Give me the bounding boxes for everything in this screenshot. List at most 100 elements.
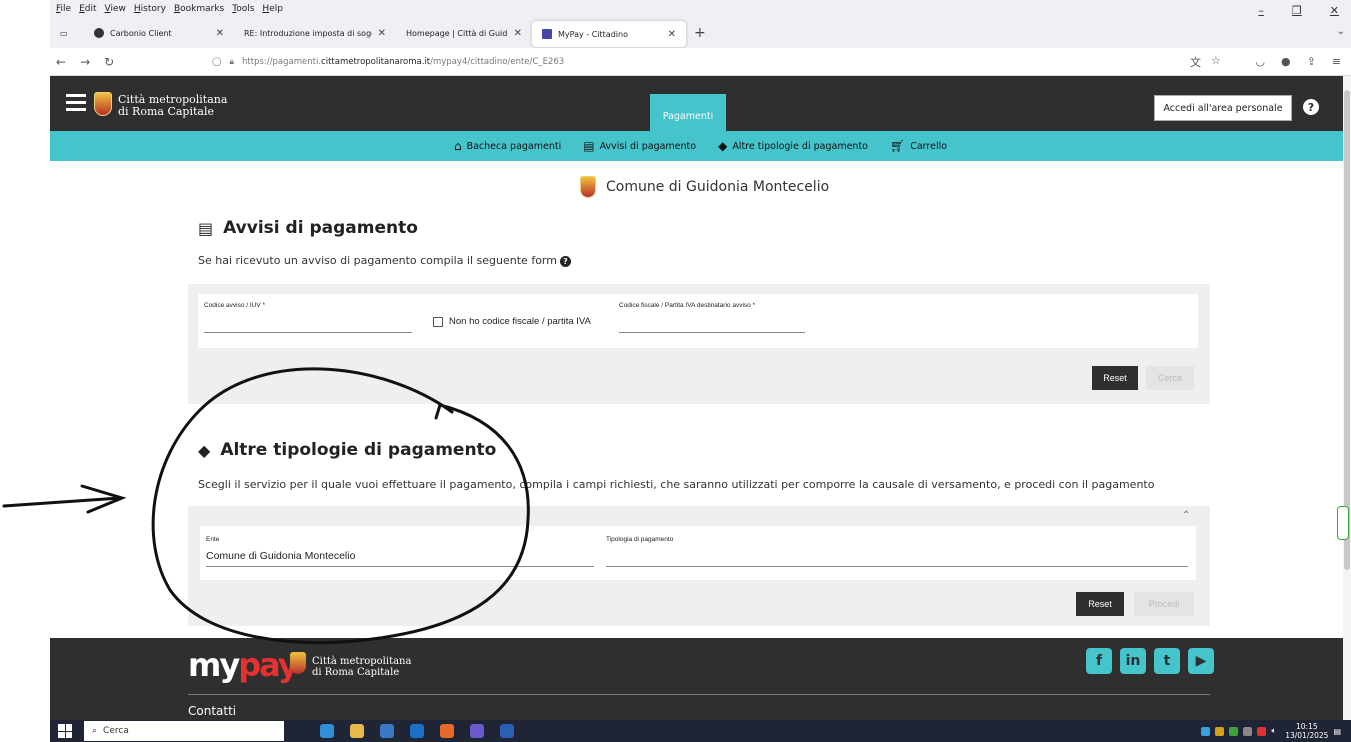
restore-icon[interactable]: ❐ [1292, 4, 1302, 17]
tray-app-icon[interactable] [1257, 726, 1267, 736]
menu-view[interactable]: View [105, 4, 126, 14]
address-bar: ← → ↻ ◯ 🔒︎ https://pagamenti.cittametrop… [50, 48, 1351, 76]
collapse-chevron-up-icon[interactable]: ⌃ [1182, 510, 1190, 521]
menu-help[interactable]: Help [262, 4, 283, 14]
close-icon[interactable]: ✕ [1330, 4, 1339, 17]
side-extension-widget-icon[interactable] [1337, 506, 1349, 540]
ente-label: Ente [206, 536, 220, 543]
avvisi-cerca-button[interactable]: Cerca [1146, 366, 1194, 390]
nav-avvisi-pagamento[interactable]: ▤ Avvisi di pagamento [583, 139, 696, 153]
file-explorer-icon[interactable] [350, 724, 364, 738]
codice-fiscale-input[interactable] [619, 332, 805, 333]
social-links: f in t ▶ [1086, 648, 1214, 674]
tab-label: Carbonio Client [110, 28, 172, 38]
ente-title: Comune di Guidonia Montecelio [606, 179, 830, 195]
help-icon[interactable]: ? [559, 256, 571, 267]
tab-close-icon[interactable]: ✕ [216, 28, 224, 39]
ente-select[interactable]: Comune di Guidonia Montecelio [206, 550, 355, 562]
tab-close-icon[interactable]: ✕ [378, 28, 386, 39]
tab-label: Homepage | Città di Guidonia I [406, 28, 508, 38]
nav-bacheca-pagamenti[interactable]: ⌂ Bacheca pagamenti [454, 139, 561, 153]
translate-icon[interactable]: 文 [1190, 54, 1201, 70]
taskbar-apps [320, 724, 514, 738]
tipologia-select[interactable] [606, 566, 1188, 567]
tray-app-icon[interactable] [1201, 726, 1211, 736]
menu-edit[interactable]: Edit [79, 4, 96, 14]
network-icon[interactable] [1243, 726, 1253, 736]
document-icon: ▤ [198, 218, 214, 238]
ente-header: Comune di Guidonia Montecelio [580, 176, 829, 198]
tab-mypay[interactable]: MyPay - Cittadino ✕ [532, 21, 686, 47]
notifications-icon[interactable]: ▤ [1333, 727, 1341, 736]
altre-reset-button[interactable]: Reset [1076, 592, 1124, 616]
tab-overview-icon: ▭ [60, 28, 68, 38]
tab-close-icon[interactable]: ✕ [668, 29, 676, 40]
share-icon[interactable]: ⇪ [1307, 55, 1316, 68]
menu-bookmarks[interactable]: Bookmarks [174, 4, 224, 14]
app-icon[interactable] [470, 724, 484, 738]
login-button[interactable]: Accedi all'area personale [1154, 95, 1292, 121]
nav-altre-tipologie[interactable]: ◆ Altre tipologie di pagamento [718, 139, 868, 153]
twitter-icon[interactable]: t [1154, 648, 1180, 674]
site-brand[interactable]: Città metropolitana di Roma Capitale [118, 94, 227, 118]
menu-tools[interactable]: Tools [232, 4, 254, 14]
windows-start-icon[interactable] [58, 724, 72, 738]
avvisi-fields: Codice avviso / IUV * Non ho codice fisc… [198, 294, 1198, 348]
no-codice-fiscale-checkbox[interactable]: Non ho codice fiscale / partita IVA [433, 316, 591, 327]
site-header: Città metropolitana di Roma Capitale Pag… [50, 76, 1351, 131]
help-icon[interactable]: ? [1303, 99, 1319, 115]
word-icon[interactable] [500, 724, 514, 738]
browser-window: File Edit View History Bookmarks Tools H… [50, 0, 1351, 742]
avvisi-form-panel: Codice avviso / IUV * Non ho codice fisc… [188, 284, 1210, 404]
youtube-icon[interactable]: ▶ [1188, 648, 1214, 674]
tray-app-icon[interactable] [1229, 726, 1239, 736]
tags-icon: ◆ [198, 440, 211, 460]
tray-app-icon[interactable] [1215, 726, 1225, 736]
checkbox-box[interactable] [433, 316, 443, 327]
vertical-scrollbar[interactable] [1343, 76, 1351, 720]
taskbar-clock[interactable]: 10:15 13/01/2025 [1285, 722, 1328, 740]
tab-guidonia[interactable]: Homepage | Città di Guidonia I ✕ [396, 18, 532, 48]
tab-carbonio[interactable]: Carbonio Client ✕ [84, 18, 234, 48]
mypay-favicon-icon [542, 29, 552, 39]
back-icon[interactable]: ← [56, 55, 66, 69]
iuv-label: Codice avviso / IUV * [204, 302, 266, 309]
tab-close-icon[interactable]: ✕ [514, 28, 522, 39]
menu-history[interactable]: History [134, 4, 166, 14]
scrollbar-thumb[interactable] [1344, 90, 1350, 570]
footer-contatti[interactable]: Contatti [188, 704, 236, 718]
linkedin-icon[interactable]: in [1120, 648, 1146, 674]
tab-label: RE: Introduzione imposta di soggior [244, 28, 372, 38]
pocket-icon[interactable]: ◡ [1255, 55, 1265, 68]
tab-list-chevron-icon[interactable]: ⌄ [1337, 26, 1345, 37]
window-controls: – ❐ ✕ [1258, 4, 1347, 17]
nav-carrello[interactable]: 🛒︎ Carrello [890, 139, 947, 153]
hamburger-menu-icon[interactable] [66, 94, 86, 115]
outlook-icon[interactable] [410, 724, 424, 738]
url-field[interactable]: ◯ 🔒︎ https://pagamenti.cittametropolitan… [212, 57, 564, 67]
tags-icon: ◆ [718, 139, 728, 153]
facebook-icon[interactable]: f [1086, 648, 1112, 674]
tab-pagamenti[interactable]: Pagamenti [650, 94, 726, 131]
avvisi-reset-button[interactable]: Reset [1092, 366, 1138, 390]
firefox-icon[interactable] [440, 724, 454, 738]
document-icon: ▤ [583, 139, 595, 153]
menu-hamburger-icon[interactable]: ≡ [1332, 55, 1341, 68]
taskbar-search[interactable]: ⌕ Cerca [84, 721, 284, 741]
edge-icon[interactable] [320, 724, 334, 738]
altre-procedi-button[interactable]: Procedi [1134, 592, 1194, 616]
tab-overview[interactable]: ▭ [50, 18, 84, 48]
menu-file[interactable]: File [56, 4, 71, 14]
altre-fields: Ente Comune di Guidonia Montecelio Tipol… [200, 526, 1196, 580]
url-text: https://pagamenti.cittametropolitanaroma… [242, 56, 565, 67]
iuv-input[interactable] [204, 332, 412, 333]
new-tab-icon[interactable]: + [694, 25, 706, 41]
store-icon[interactable] [380, 724, 394, 738]
reload-icon[interactable]: ↻ [104, 55, 114, 69]
bookmark-star-icon[interactable]: ☆ [1211, 54, 1221, 70]
speaker-icon[interactable]: 🔈︎ [1271, 726, 1276, 736]
tab-email[interactable]: RE: Introduzione imposta di soggior ✕ [234, 18, 396, 48]
extension-icon[interactable]: ● [1281, 55, 1291, 68]
forward-icon[interactable]: → [80, 55, 90, 69]
minimize-icon[interactable]: – [1258, 4, 1264, 17]
